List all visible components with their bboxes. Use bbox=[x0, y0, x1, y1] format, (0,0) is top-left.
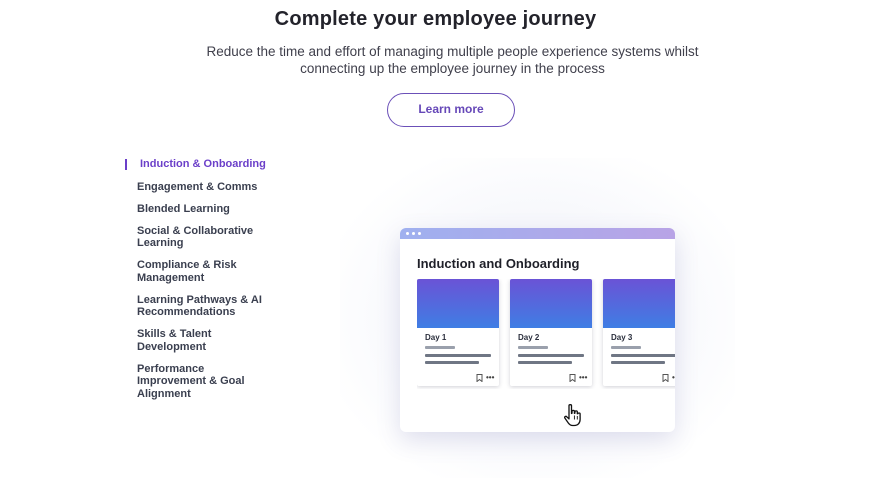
course-tile[interactable]: Day 3 ••• bbox=[603, 279, 675, 386]
nav-item-social-collaborative-learning[interactable]: Social & Collaborative Learning bbox=[125, 225, 255, 250]
window-title-bar bbox=[400, 228, 675, 239]
nav-item-compliance-risk-management[interactable]: Compliance & Risk Management bbox=[125, 259, 247, 284]
nav-item-learning-pathways[interactable]: Learning Pathways & AI Recommendations bbox=[125, 294, 265, 319]
nav-item-skills-talent-development[interactable]: Skills & Talent Development bbox=[125, 328, 225, 353]
course-tiles: Day 1 ••• Day 2 ••• Day 3 • bbox=[417, 279, 675, 389]
nav-item-blended-learning[interactable]: Blended Learning bbox=[125, 203, 285, 216]
placeholder-line bbox=[425, 346, 455, 349]
placeholder-line bbox=[425, 361, 479, 364]
placeholder-line bbox=[518, 361, 572, 364]
course-thumbnail bbox=[417, 279, 499, 328]
bookmark-icon[interactable] bbox=[569, 374, 576, 384]
placeholder-line bbox=[425, 354, 491, 357]
placeholder-line bbox=[611, 361, 665, 364]
course-thumbnail bbox=[603, 279, 675, 328]
window-dot-icon bbox=[406, 232, 409, 235]
learn-more-button[interactable]: Learn more bbox=[387, 93, 515, 127]
nav-item-engagement-comms[interactable]: Engagement & Comms bbox=[125, 181, 285, 194]
placeholder-line bbox=[518, 346, 548, 349]
window-dot-icon bbox=[418, 232, 421, 235]
placeholder-line bbox=[518, 354, 584, 357]
journey-nav: Induction & Onboarding Engagement & Comm… bbox=[125, 158, 285, 400]
bookmark-icon[interactable] bbox=[476, 374, 483, 384]
course-tile-label: Day 1 bbox=[425, 333, 447, 342]
bookmark-icon[interactable] bbox=[662, 374, 669, 384]
course-tile-label: Day 2 bbox=[518, 333, 540, 342]
placeholder-line bbox=[611, 354, 675, 357]
course-tile[interactable]: Day 1 ••• bbox=[417, 279, 499, 386]
nav-item-induction-onboarding[interactable]: Induction & Onboarding bbox=[125, 158, 285, 171]
course-thumbnail bbox=[510, 279, 592, 328]
window-dot-icon bbox=[412, 232, 415, 235]
preview-title: Induction and Onboarding bbox=[417, 256, 580, 271]
hand-pointer-icon bbox=[564, 404, 581, 427]
more-icon[interactable]: ••• bbox=[672, 374, 675, 382]
course-tile-label: Day 3 bbox=[611, 333, 633, 342]
more-icon[interactable]: ••• bbox=[486, 374, 494, 382]
placeholder-line bbox=[611, 346, 641, 349]
section-title: Complete your employee journey bbox=[274, 8, 597, 30]
preview-window: Induction and Onboarding Day 1 ••• Day 2… bbox=[400, 228, 675, 432]
nav-item-performance-improvement[interactable]: Performance Improvement & Goal Alignment bbox=[125, 363, 250, 401]
more-icon[interactable]: ••• bbox=[579, 374, 587, 382]
course-tile[interactable]: Day 2 ••• bbox=[510, 279, 592, 386]
section-subtitle: Reduce the time and effort of managing m… bbox=[206, 44, 699, 76]
